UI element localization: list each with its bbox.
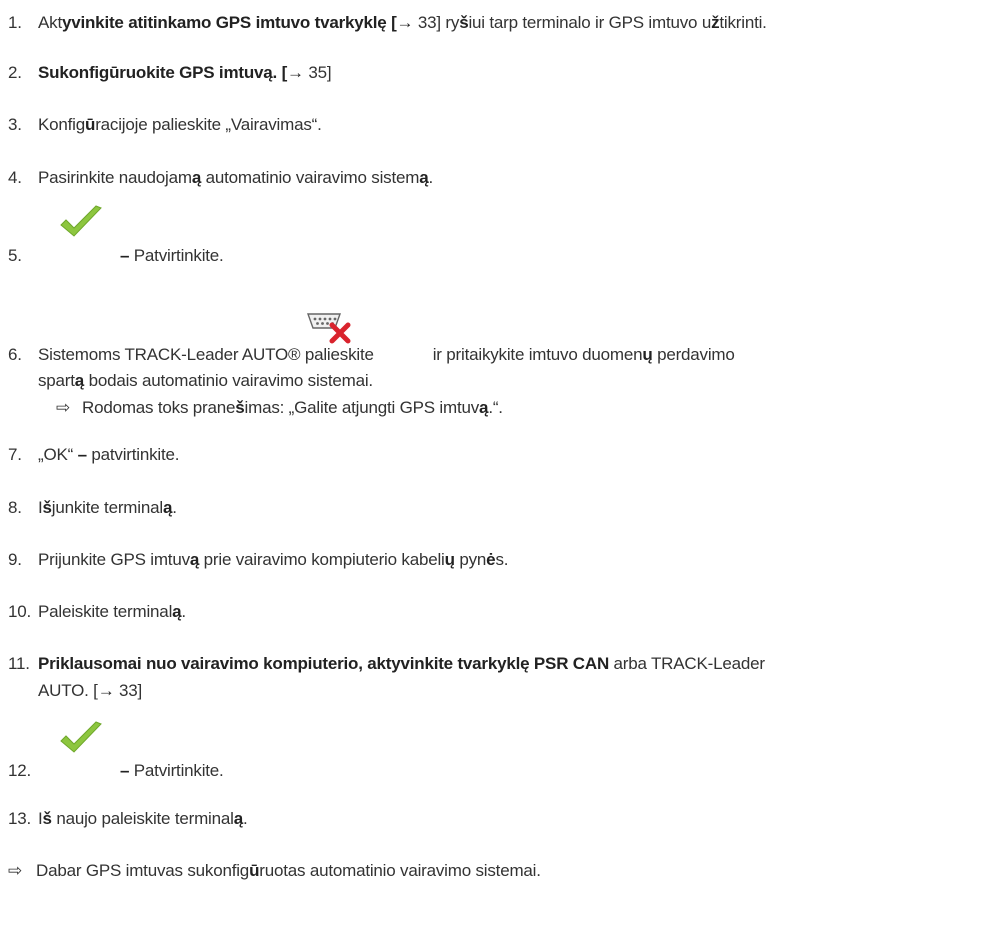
step-number: 8.	[8, 498, 22, 517]
step-5: 5. – Patvirtinkite.	[8, 245, 983, 267]
step-text: automatinio vairavimo sistem	[201, 168, 420, 187]
step-text: prie vairavimo kompiuterio kabeli	[199, 550, 445, 569]
final-result: ⇨ Dabar GPS imtuvas sukonfigūruotas autom…	[8, 860, 541, 882]
step-text-bold: yvinkite atitinkamo GPS imtuvo tvarkyklę…	[61, 13, 397, 32]
step-text: naujo paleiskite terminal	[51, 809, 234, 828]
step-text: racijoje palieskite „Vairavimas“.	[95, 115, 322, 134]
checkmark-icon	[60, 205, 102, 237]
result-text: ruotas automatinio vairavimo sistemai.	[259, 861, 541, 880]
step-text: Pasirinkite naudojam	[38, 168, 192, 187]
step-dash: –	[120, 246, 130, 265]
result-text: imas: „Galite atjungti GPS imtuv	[244, 398, 480, 417]
step-text: bodais automatinio vairavimo sistemai.	[84, 371, 374, 390]
step-text: .	[428, 168, 433, 187]
cross-reference-arrow-icon: →	[287, 63, 304, 82]
step-1: 1. Aktyvinkite atitinkamo GPS imtuvo tvar…	[8, 12, 983, 34]
step-text-bold: ą	[162, 498, 173, 517]
step-13: 13. Iš naujo paleiskite terminalą.	[8, 808, 983, 830]
step-7: 7. „OK“ – patvirtinkite.	[8, 444, 983, 466]
step-text: .	[242, 809, 248, 828]
serial-port-disconnect-icon	[307, 313, 351, 344]
step-8: 8. Išjunkite terminalą.	[8, 497, 983, 519]
result-text: .“.	[488, 398, 503, 417]
step-text: Patvirtinkite.	[129, 761, 224, 780]
step-number: 13.	[8, 809, 32, 828]
step-text: Paleiskite terminal	[38, 602, 173, 621]
step-4: 4. Pasirinkite naudojamą automatinio vair…	[8, 167, 983, 189]
step-text: Akt	[38, 13, 62, 32]
step-text-bold: ą	[191, 168, 202, 187]
step-text-bold: ų	[444, 550, 455, 569]
step-text: .	[172, 498, 177, 517]
step-text: 33]	[114, 681, 143, 700]
step-6: 6. Sistemoms TRACK-Leader AUTO® palieskit…	[8, 344, 983, 366]
step-11-continuation: AUTO. [→ 33]	[38, 680, 142, 702]
step-number: 7.	[8, 445, 22, 464]
result-text-bold: ū	[249, 861, 260, 880]
step-dash: –	[77, 445, 87, 464]
step-text: arba TRACK-Leader	[609, 654, 765, 673]
step-text-bold: š	[42, 498, 52, 517]
step-text-bold: ų	[642, 345, 653, 364]
step-10: 10. Paleiskite terminalą.	[8, 601, 983, 623]
step-text: AUTO. [	[38, 681, 98, 700]
step-number: 12.	[8, 761, 32, 780]
step-text: junkite terminal	[51, 498, 163, 517]
step-text: spart	[38, 371, 75, 390]
step-text: „OK“	[38, 445, 78, 464]
step-number: 6.	[8, 345, 22, 364]
step-11: 11. Priklausomai nuo vairavimo kompiuteri…	[8, 653, 983, 675]
result-text-bold: ą	[479, 398, 489, 417]
cross-reference-arrow-icon: →	[97, 681, 115, 700]
step-12: 12. – Patvirtinkite.	[8, 760, 983, 782]
step-text: 33] ry	[413, 13, 460, 32]
step-number: 3.	[8, 115, 22, 134]
step-text: perdavimo	[652, 345, 735, 364]
step-number: 4.	[8, 168, 22, 187]
checkmark-icon	[60, 721, 102, 753]
step-text-bold: ą	[233, 809, 243, 828]
step-text: iui tarp terminalo ir GPS imtuvo u	[468, 13, 712, 32]
step-6-continuation: spartą bodais automatinio vairavimo sist…	[38, 370, 373, 392]
step-number: 10.	[8, 602, 32, 621]
cross-reference-arrow-icon: →	[396, 13, 414, 32]
step-text: pyn	[454, 550, 487, 569]
step-text: tikrinti.	[719, 13, 767, 32]
step-text-bold: Priklausomai nuo vairavimo kompiuterio, …	[38, 654, 610, 673]
step-text-bold: š	[42, 809, 52, 828]
step-number: 2.	[8, 63, 22, 82]
step-text: Patvirtinkite.	[129, 246, 224, 265]
step-2: 2. Sukonfigūruokite GPS imtuvą. [→ 35]	[8, 62, 983, 84]
step-number: 9.	[8, 550, 22, 569]
step-6-result: ⇨ Rodomas toks pranešimas: „Galite atjung…	[56, 397, 503, 419]
result-text-bold: š	[235, 398, 245, 417]
step-text-bold: Sukonfigūruokite GPS imtuvą. [	[38, 63, 288, 82]
step-3: 3. Konfigūracijoje palieskite „Vairavimas…	[8, 114, 983, 136]
result-text: Rodomas toks prane	[82, 398, 236, 417]
step-dash: –	[120, 761, 130, 780]
result-arrow-icon: ⇨	[56, 398, 71, 417]
step-text: Prijunkite GPS imtuv	[38, 550, 190, 569]
step-text: 35]	[303, 63, 332, 82]
step-number: 5.	[8, 246, 22, 265]
step-text: ir pritaikykite imtuvo duomen	[432, 345, 643, 364]
step-text-bold: ą	[189, 550, 200, 569]
step-text-bold: ū	[85, 115, 96, 134]
step-9: 9. Prijunkite GPS imtuvą prie vairavimo k…	[8, 549, 983, 571]
step-text: Sistemoms TRACK-Leader AUTO® palieskite	[38, 345, 374, 364]
result-text: Dabar GPS imtuvas sukonfig	[36, 861, 250, 880]
step-number: 1.	[8, 13, 22, 32]
step-number: 11.	[8, 654, 30, 673]
step-text-bold: ą	[74, 371, 85, 390]
step-text: .	[181, 602, 186, 621]
result-arrow-icon: ⇨	[8, 861, 23, 880]
step-text: s.	[495, 550, 509, 569]
step-text: patvirtinkite.	[86, 445, 180, 464]
step-text: Konfig	[38, 115, 86, 134]
